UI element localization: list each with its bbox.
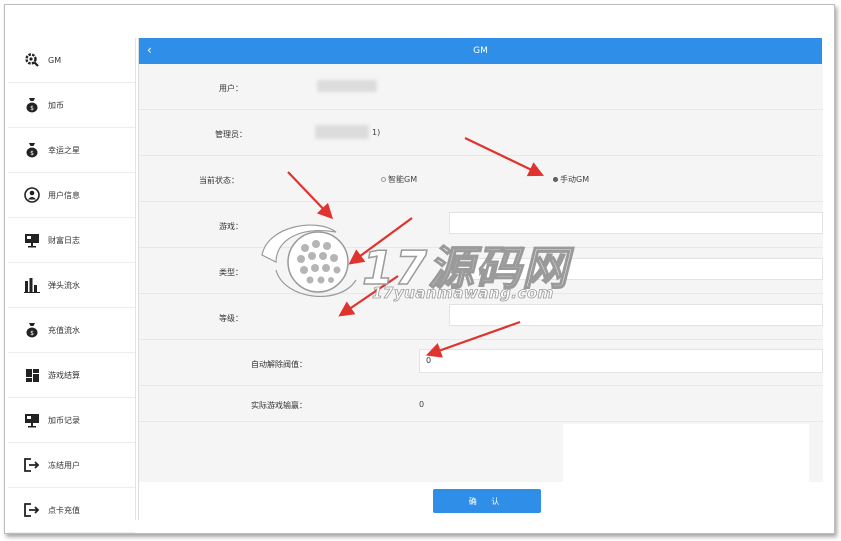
status-option-label: 手动GM: [560, 175, 590, 184]
sidebar-item-user-info[interactable]: 用户信息: [8, 173, 135, 218]
sidebar-item-wealth-log[interactable]: 财富日志: [8, 218, 135, 263]
svg-text:$: $: [30, 105, 34, 112]
status-row: 当前状态： 智能GM 手动GM: [139, 156, 823, 202]
money-bag-icon: $: [22, 140, 42, 160]
status-option-smart-gm[interactable]: 智能GM: [381, 174, 417, 185]
money-bag-icon: $: [22, 320, 42, 340]
auto-release-row: 自动解除阀值： 0: [139, 340, 823, 386]
grid-icon: [22, 365, 42, 385]
money-bag-icon: $: [22, 95, 42, 115]
user-icon: [22, 185, 42, 205]
auto-release-label: 自动解除阀值：: [251, 360, 307, 369]
admin-value-suffix: 1): [372, 128, 381, 137]
admin-label: 管理员：: [215, 130, 247, 139]
watermark-url: 17yuanmawang.com: [372, 284, 554, 303]
status-label: 当前状态：: [199, 176, 239, 185]
monitor-icon: [22, 230, 42, 250]
sidebar-item-label: 用户信息: [48, 190, 80, 200]
level-select[interactable]: [449, 304, 823, 326]
auto-release-value: 0: [426, 356, 432, 365]
sidebar-item-label: 加币: [48, 100, 64, 110]
sidebar-item-gm[interactable]: GM: [8, 38, 135, 83]
actual-win-value: 0: [419, 400, 425, 409]
sidebar-item-label: 财富日志: [48, 235, 80, 245]
sidebar-item-label: 点卡充值: [48, 505, 80, 515]
admin-value-redacted: [315, 125, 369, 139]
sidebar-item-add-coin-record[interactable]: 加币记录: [8, 398, 135, 443]
sidebar-item-label: 冻结用户: [48, 460, 80, 470]
radio-icon: [381, 177, 386, 182]
svg-text:$: $: [30, 150, 34, 157]
auto-release-input[interactable]: 0: [419, 349, 823, 373]
sidebar-item-recharge-flow[interactable]: $ 充值流水: [8, 308, 135, 353]
sidebar-item-lucky-star[interactable]: $ 幸运之星: [8, 128, 135, 173]
admin-row: 管理员： 1): [139, 110, 823, 156]
type-label: 类型：: [219, 268, 243, 277]
user-label: 用户：: [219, 84, 243, 93]
actual-win-row: 实际游戏输赢： 0: [139, 386, 823, 422]
sidebar-item-label: 游戏结算: [48, 370, 80, 380]
bar-chart-icon: [22, 275, 42, 295]
radio-selected-icon: [553, 177, 558, 182]
game-select[interactable]: [449, 212, 823, 234]
user-value-redacted: [317, 80, 377, 92]
logout-icon: [22, 455, 42, 475]
svg-text:$: $: [30, 330, 34, 337]
level-label: 等级：: [219, 314, 243, 323]
monitor-icon: [22, 410, 42, 430]
sidebar-item-label: 弹头流水: [48, 280, 80, 290]
sidebar: GM $ 加币 $ 幸运之星 用户信息 财富日志 弹头流水 $ 充值流水 游戏结…: [8, 38, 136, 533]
sidebar-item-game-settlement[interactable]: 游戏结算: [8, 353, 135, 398]
sidebar-item-label: GM: [48, 55, 62, 65]
status-option-manual-gm[interactable]: 手动GM: [553, 174, 589, 185]
gm-gear-icon: [22, 50, 42, 70]
logout-icon: [22, 500, 42, 520]
sidebar-item-warhead-flow[interactable]: 弹头流水: [8, 263, 135, 308]
confirm-button[interactable]: 确 认: [433, 489, 541, 513]
sidebar-item-freeze-user[interactable]: 冻结用户: [8, 443, 135, 488]
header-bar: ‹ GM: [139, 38, 822, 64]
sidebar-item-label: 加币记录: [48, 415, 80, 425]
sidebar-item-label: 充值流水: [48, 325, 80, 335]
page-title: GM: [473, 46, 488, 56]
actual-win-label: 实际游戏输赢：: [251, 401, 307, 410]
sidebar-item-card-recharge[interactable]: 点卡充值: [8, 488, 135, 533]
sidebar-item-label: 幸运之星: [48, 145, 80, 155]
user-row: 用户：: [139, 64, 823, 110]
status-option-label: 智能GM: [388, 175, 418, 184]
back-button[interactable]: ‹: [147, 43, 152, 57]
game-label: 游戏：: [219, 222, 243, 231]
sidebar-item-add-coin[interactable]: $ 加币: [8, 83, 135, 128]
white-patch: [563, 424, 809, 482]
